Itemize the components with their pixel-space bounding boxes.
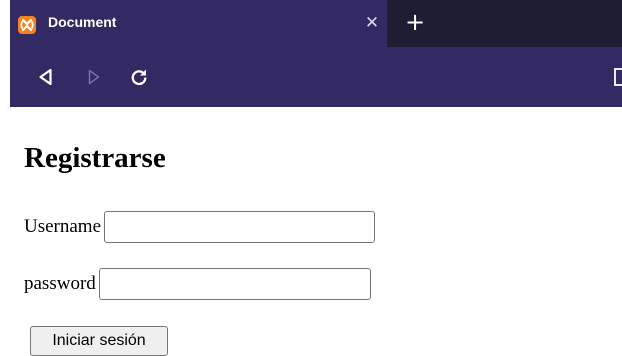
xampp-logo-icon — [18, 16, 36, 34]
tab-title: Document — [48, 14, 117, 30]
username-label: Username — [24, 216, 102, 237]
username-row: Username — [24, 211, 376, 243]
page-title: Registrarse — [24, 142, 166, 174]
password-row: password — [24, 268, 371, 300]
password-input[interactable] — [98, 268, 371, 300]
reader-view-icon[interactable] — [614, 67, 622, 87]
navigation-toolbar — [10, 47, 622, 107]
back-icon[interactable] — [34, 65, 58, 89]
reload-icon[interactable] — [127, 65, 151, 89]
browser-chrome: Document ✕ + — [10, 0, 622, 107]
password-label: password — [24, 273, 96, 294]
tab-close-icon[interactable]: ✕ — [362, 13, 382, 33]
username-input[interactable] — [104, 211, 376, 243]
tab-document[interactable]: Document ✕ — [10, 0, 387, 47]
new-tab-icon[interactable]: + — [403, 10, 427, 34]
tab-strip: Document ✕ + — [10, 0, 622, 47]
forward-icon[interactable] — [82, 65, 106, 89]
submit-button[interactable]: Iniciar sesión — [30, 326, 168, 356]
